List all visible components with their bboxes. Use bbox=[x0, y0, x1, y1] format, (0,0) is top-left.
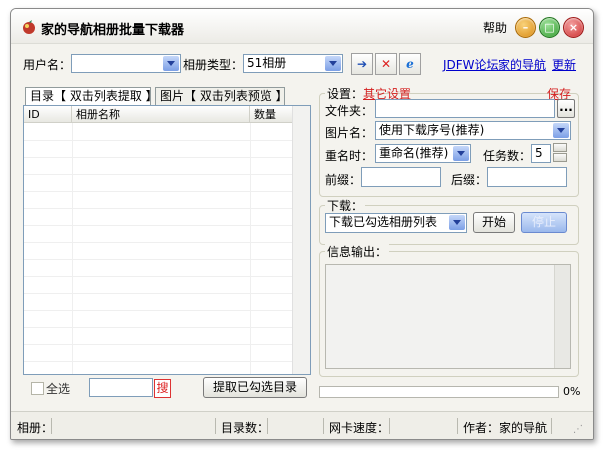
resize-grip-icon[interactable]: ⋰ bbox=[573, 424, 583, 435]
window-title: 家的导航相册批量下载器 bbox=[41, 23, 185, 38]
browse-folder-button[interactable]: ... bbox=[557, 99, 575, 118]
chevron-down-icon[interactable] bbox=[453, 146, 469, 161]
folder-input[interactable] bbox=[375, 99, 555, 118]
album-type-value: 51相册 bbox=[247, 56, 287, 70]
chevron-down-icon[interactable] bbox=[163, 56, 179, 71]
status-bar: 相册： 目录数： 网卡速度： 作者：家的导航 ⋰ bbox=[11, 411, 593, 439]
suffix-input[interactable] bbox=[487, 167, 567, 187]
rename-value: 重命名(推荐) bbox=[379, 146, 449, 160]
suffix-label: 后缀： bbox=[451, 173, 488, 187]
filename-value: 使用下载序号(推荐) bbox=[379, 123, 485, 137]
cancel-icon[interactable]: ✕ bbox=[375, 53, 397, 75]
select-all-checkbox[interactable] bbox=[31, 382, 44, 395]
column-id[interactable]: ID bbox=[24, 106, 72, 123]
forum-link[interactable]: JDFW论坛 bbox=[443, 56, 499, 73]
folder-label: 文件夹： bbox=[325, 104, 374, 118]
start-button[interactable]: 开始 bbox=[473, 212, 515, 233]
column-album-name[interactable]: 相册名称 bbox=[72, 106, 250, 123]
search-input[interactable] bbox=[89, 378, 153, 397]
extract-selected-button[interactable]: 提取已勾选目录 bbox=[203, 377, 307, 398]
tab-directory[interactable]: 目录【 双击列表提取 】 bbox=[25, 87, 158, 105]
prefix-input[interactable] bbox=[361, 167, 441, 187]
close-icon[interactable]: × bbox=[563, 17, 584, 38]
spin-up-icon[interactable] bbox=[553, 143, 567, 152]
go-arrow-icon[interactable]: ➔ bbox=[351, 53, 373, 75]
home-link[interactable]: 家的导航 bbox=[498, 56, 546, 73]
list-scrollbar[interactable] bbox=[292, 106, 310, 374]
settings-label: 设置： bbox=[325, 85, 366, 102]
download-mode-select[interactable]: 下载已勾选相册列表 bbox=[325, 213, 467, 233]
status-speed: 网卡速度： bbox=[329, 421, 390, 435]
album-type-select[interactable]: 51相册 bbox=[243, 54, 343, 73]
title-bar[interactable]: 家的导航相册批量下载器 帮助 – □ × bbox=[11, 9, 593, 44]
prefix-label: 前缀： bbox=[325, 173, 362, 187]
tasks-input[interactable]: 5 bbox=[531, 144, 551, 163]
minimize-icon[interactable]: – bbox=[515, 17, 536, 38]
stop-button[interactable]: 停止 bbox=[521, 212, 567, 233]
update-link[interactable]: 更新 bbox=[552, 56, 576, 73]
info-label: 信息输出： bbox=[325, 243, 390, 260]
filename-label: 图片名： bbox=[325, 126, 374, 140]
album-type-label: 相册类型： bbox=[183, 58, 244, 72]
download-label: 下载： bbox=[325, 197, 366, 214]
filename-select[interactable]: 使用下载序号(推荐) bbox=[375, 121, 571, 140]
tasks-label: 任务数： bbox=[483, 149, 532, 163]
album-list[interactable]: ID 相册名称 数量 bbox=[23, 105, 311, 375]
chevron-down-icon[interactable] bbox=[325, 56, 341, 71]
rename-select[interactable]: 重命名(推荐) bbox=[375, 144, 471, 163]
status-dir-count: 目录数： bbox=[221, 421, 270, 435]
progress-bar bbox=[319, 386, 559, 398]
maximize-icon[interactable]: □ bbox=[539, 17, 560, 38]
app-icon bbox=[23, 20, 35, 34]
chevron-down-icon[interactable] bbox=[553, 123, 569, 138]
select-all-label: 全选 bbox=[46, 382, 71, 396]
status-author: 作者：家的导航 bbox=[463, 421, 548, 435]
username-label: 用户名： bbox=[23, 58, 72, 72]
info-scrollbar[interactable] bbox=[554, 265, 570, 368]
progress-label: 0% bbox=[563, 385, 581, 398]
username-combo[interactable] bbox=[71, 54, 181, 73]
info-output-textarea[interactable] bbox=[325, 264, 571, 369]
spin-down-icon[interactable] bbox=[553, 153, 567, 162]
column-count[interactable]: 数量 bbox=[250, 106, 294, 123]
search-button[interactable]: 搜 bbox=[154, 379, 171, 398]
help-menu[interactable]: 帮助 bbox=[483, 19, 507, 36]
chevron-down-icon[interactable] bbox=[449, 215, 465, 230]
status-album: 相册： bbox=[17, 421, 54, 435]
rename-label: 重名时： bbox=[325, 149, 374, 163]
download-mode-value: 下载已勾选相册列表 bbox=[329, 215, 438, 229]
browser-icon[interactable]: e bbox=[399, 53, 421, 75]
app-window: 家的导航相册批量下载器 帮助 – □ × 用户名： 相册类型： 51相册 ➔ ✕… bbox=[10, 8, 594, 440]
tab-images[interactable]: 图片【 双击列表预览 】 bbox=[155, 87, 288, 105]
